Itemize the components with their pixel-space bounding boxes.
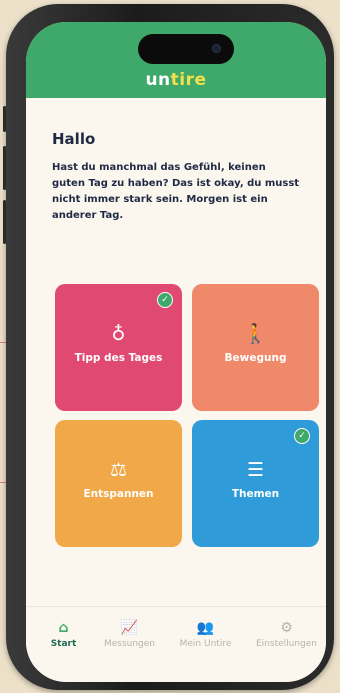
tab-bar: ⌂ Start 📈 Messungen 👥 Mein Untire ⚙ Eins… [26,606,326,667]
walking-icon: 🚶 [243,323,268,345]
chart-icon: 📈 [120,620,139,636]
logo-text-un: un [145,70,171,90]
tab-mein-untire[interactable]: 👥 Mein Untire [168,619,243,649]
tile-themen[interactable]: ✓ ☰ Themen [192,420,319,547]
camera-lens [212,44,221,53]
tile-label: Entspannen [83,488,154,500]
lightbulb-icon: ♁ [111,323,126,345]
check-icon: ✓ [294,428,310,444]
tab-messungen[interactable]: 📈 Messungen [92,619,167,649]
phone-side-button [3,106,6,132]
intro-text: Hast du manchmal das Gefühl, keinen gute… [52,162,300,221]
tab-label: Einstellungen [255,639,317,649]
check-icon: ✓ [157,292,173,308]
tab-label: Start [50,639,77,649]
tile-tipp-des-tages[interactable]: ✓ ♁ Tipp des Tages [55,284,182,411]
tab-label: Mein Untire [179,639,232,649]
phone-frame: untire Hallo Hast du manchmal das Gefühl… [3,4,334,690]
app-header: untire [26,22,326,98]
balance-scale-icon: ⚖ [109,459,128,481]
tile-label: Tipp des Tages [74,352,163,364]
page-title: Hallo [52,130,96,148]
tab-start[interactable]: ⌂ Start [26,619,101,649]
logo-text-tire: tire [170,70,207,90]
users-icon: 👥 [196,620,215,636]
tile-bewegung[interactable]: 🚶 Bewegung [192,284,319,411]
tile-label: Bewegung [224,352,287,364]
phone-volume-down-button [3,200,6,244]
gear-icon: ⚙ [280,620,293,636]
phone-volume-up-button [3,146,6,190]
app-screen: untire Hallo Hast du manchmal das Gefühl… [26,22,326,682]
tile-label: Themen [231,488,280,500]
app-logo: untire [26,70,326,90]
tab-einstellungen[interactable]: ⚙ Einstellungen [249,619,324,649]
tile-entspannen[interactable]: ⚖ Entspannen [55,420,182,547]
home-icon: ⌂ [58,620,69,636]
list-icon: ☰ [246,459,265,481]
tab-label: Messungen [103,639,156,649]
